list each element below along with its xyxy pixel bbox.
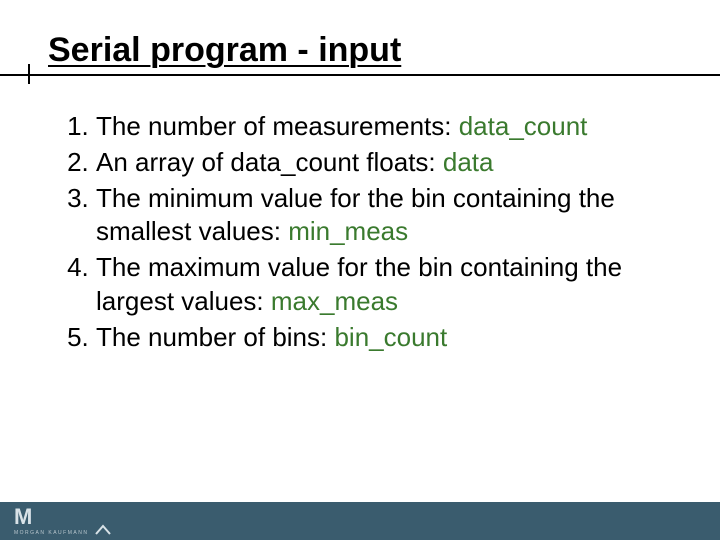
item-keyword: data [443, 147, 494, 177]
item-keyword: bin_count [334, 322, 447, 352]
item-text: The number of measurements: [96, 111, 459, 141]
slide: Serial program - input The number of mea… [0, 0, 720, 540]
logo-subtext: MORGAN KAUFMANN [14, 530, 88, 536]
list-item: The number of measurements: data_count [96, 110, 690, 144]
content-area: The number of measurements: data_count A… [40, 110, 690, 357]
title-tick [28, 64, 30, 84]
item-keyword: data_count [459, 111, 588, 141]
item-keyword: min_meas [288, 216, 408, 246]
list-item: The minimum value for the bin containing… [96, 182, 690, 250]
chevron-up-icon [94, 522, 112, 536]
footer-bar: M MORGAN KAUFMANN [0, 502, 720, 540]
list-item: An array of data_count floats: data [96, 146, 690, 180]
title-band: Serial program - input [0, 20, 720, 76]
item-text: An array of data_count floats: [96, 147, 443, 177]
input-list: The number of measurements: data_count A… [40, 110, 690, 355]
list-item: The maximum value for the bin containing… [96, 251, 690, 319]
publisher-logo: M MORGAN KAUFMANN [14, 506, 112, 536]
logo-letter: M [14, 506, 88, 528]
item-text: The number of bins: [96, 322, 334, 352]
list-item: The number of bins: bin_count [96, 321, 690, 355]
item-keyword: max_meas [271, 286, 398, 316]
page-title: Serial program - input [48, 31, 401, 70]
